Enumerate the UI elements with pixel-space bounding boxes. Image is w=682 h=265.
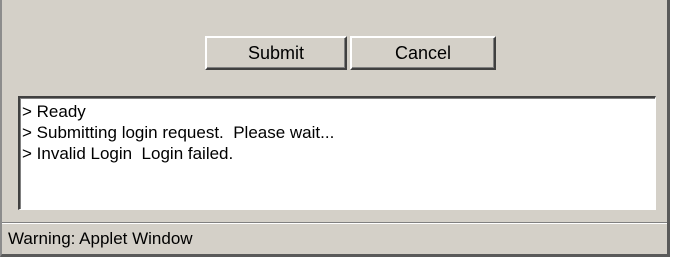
log-line: > Submitting login request. Please wait.…	[22, 123, 335, 142]
log-line: > Ready	[22, 102, 86, 121]
status-divider	[2, 222, 667, 224]
applet-window: Submit Cancel > Ready > Submitting login…	[0, 0, 670, 257]
submit-button[interactable]: Submit	[205, 36, 347, 70]
status-bar-warning: Warning: Applet Window	[8, 229, 193, 248]
button-row: Submit Cancel	[2, 36, 667, 70]
cancel-button[interactable]: Cancel	[350, 36, 496, 70]
log-line: > Invalid Login Login failed.	[22, 144, 234, 163]
message-log[interactable]: > Ready > Submitting login request. Plea…	[18, 96, 656, 210]
